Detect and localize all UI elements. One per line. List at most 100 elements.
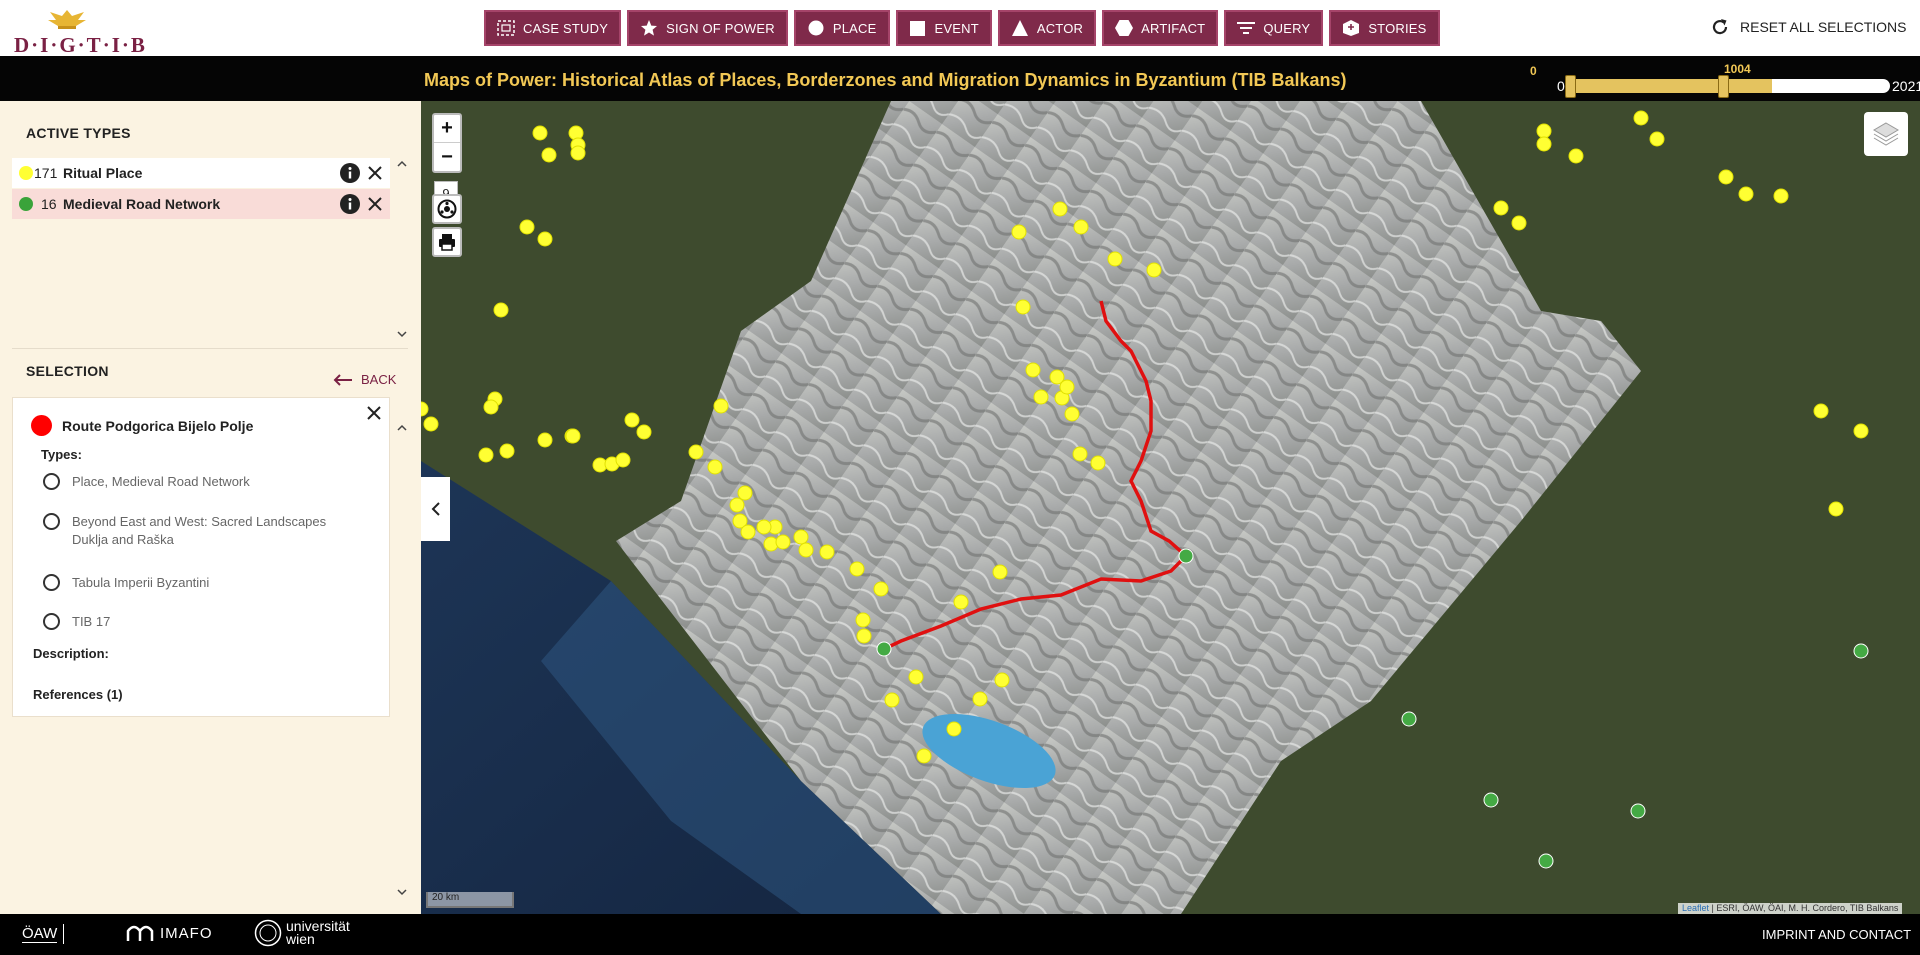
ritual-place-marker[interactable] [775,534,791,550]
ritual-place-marker[interactable] [1633,110,1649,126]
locate-button[interactable] [432,194,462,224]
ritual-place-marker[interactable] [713,398,729,414]
radio-button[interactable] [43,613,60,630]
ritual-place-marker[interactable] [483,399,499,415]
ritual-place-marker[interactable] [499,443,515,459]
stories-button[interactable]: STORIES [1329,10,1440,46]
collapse-sidebar-button[interactable] [421,477,450,541]
road-network-marker[interactable] [876,641,892,657]
ritual-place-marker[interactable] [1064,406,1080,422]
ritual-place-marker[interactable] [565,428,581,444]
ritual-place-marker[interactable] [615,452,631,468]
place-button[interactable]: PLACE [793,10,890,46]
ritual-place-marker[interactable] [855,612,871,628]
back-button[interactable]: BACK [333,372,396,387]
ritual-place-marker[interactable] [1718,169,1734,185]
ritual-place-marker[interactable] [992,564,1008,580]
active-type-ritual-place[interactable]: 171 Ritual Place [12,158,390,188]
ritual-place-marker[interactable] [570,145,586,161]
ritual-place-marker[interactable] [873,581,889,597]
ritual-place-marker[interactable] [1033,389,1049,405]
ritual-place-marker[interactable] [1072,446,1088,462]
ritual-place-marker[interactable] [729,497,745,513]
road-network-marker[interactable] [1538,853,1554,869]
close-icon[interactable] [365,404,383,422]
ritual-place-marker[interactable] [532,125,548,141]
road-network-marker[interactable] [1853,643,1869,659]
close-icon[interactable] [366,195,384,213]
road-network-marker[interactable] [1178,548,1194,564]
ritual-place-marker[interactable] [1052,201,1068,217]
imafo-logo[interactable]: IMAFO [126,923,213,943]
ritual-place-marker[interactable] [537,231,553,247]
slider-end-handle[interactable] [1718,75,1729,98]
radio-button[interactable] [43,473,60,490]
ritual-place-marker[interactable] [798,542,814,558]
query-button[interactable]: QUERY [1224,10,1324,46]
road-network-marker[interactable] [1630,803,1646,819]
time-range-slider[interactable]: 0 1004 0 2021 [1520,58,1920,98]
ritual-place-marker[interactable] [756,519,772,535]
ritual-place-marker[interactable] [1025,362,1041,378]
slider-start-handle[interactable] [1565,75,1576,98]
ritual-place-marker[interactable] [972,691,988,707]
zoom-in-button[interactable]: + [434,115,460,143]
ritual-place-marker[interactable] [1146,262,1162,278]
ritual-place-marker[interactable] [541,147,557,163]
ritual-place-marker[interactable] [1738,186,1754,202]
chevron-down-icon[interactable] [396,887,408,897]
ritual-place-marker[interactable] [740,524,756,540]
ritual-place-marker[interactable] [624,412,640,428]
sign-of-power-button[interactable]: SIGN OF POWER [627,10,788,46]
info-icon[interactable] [340,163,360,183]
ritual-place-marker[interactable] [1493,200,1509,216]
ritual-place-marker[interactable] [1649,131,1665,147]
imprint-and-contact-link[interactable]: IMPRINT AND CONTACT [1762,927,1911,942]
type-option[interactable]: Tabula Imperii Byzantini [43,574,209,592]
ritual-place-marker[interactable] [849,561,865,577]
reset-all-selections-button[interactable]: RESET ALL SELECTIONS [1710,17,1907,37]
type-option[interactable]: Place, Medieval Road Network [43,473,250,491]
zoom-out-button[interactable]: − [434,143,460,171]
ritual-place-marker[interactable] [1059,379,1075,395]
ritual-place-marker[interactable] [1511,215,1527,231]
ritual-place-marker[interactable] [1073,219,1089,235]
ritual-place-marker[interactable] [1536,123,1552,139]
ritual-place-marker[interactable] [1011,224,1027,240]
ritual-place-marker[interactable] [1828,501,1844,517]
ritual-place-marker[interactable] [1107,251,1123,267]
ritual-place-marker[interactable] [946,721,962,737]
chevron-up-icon[interactable] [396,423,408,433]
layers-control[interactable] [1864,112,1908,156]
ritual-place-marker[interactable] [793,529,809,545]
ritual-place-marker[interactable] [884,692,900,708]
leaflet-link[interactable]: Leaflet [1682,903,1709,913]
ritual-place-marker[interactable] [688,444,704,460]
oaw-logo[interactable]: ÖAW [22,924,93,944]
references-toggle[interactable]: References (1) [33,687,123,702]
ritual-place-marker[interactable] [1536,136,1552,152]
univie-logo[interactable]: universität wien [254,919,350,947]
ritual-place-marker[interactable] [1015,299,1031,315]
info-icon[interactable] [340,194,360,214]
ritual-place-marker[interactable] [953,594,969,610]
ritual-place-marker[interactable] [1773,188,1789,204]
ritual-place-marker[interactable] [421,401,429,417]
ritual-place-marker[interactable] [707,459,723,475]
ritual-place-marker[interactable] [1813,403,1829,419]
ritual-place-marker[interactable] [1853,423,1869,439]
ritual-place-marker[interactable] [1568,148,1584,164]
ritual-place-marker[interactable] [908,669,924,685]
active-type-medieval-road-network[interactable]: 16 Medieval Road Network [12,189,390,219]
ritual-place-marker[interactable] [636,424,652,440]
road-network-marker[interactable] [1483,792,1499,808]
print-button[interactable] [432,227,462,257]
ritual-place-marker[interactable] [478,447,494,463]
radio-button[interactable] [43,574,60,591]
type-option[interactable]: Beyond East and West: Sacred Landscapes … [43,513,343,549]
ritual-place-marker[interactable] [1090,455,1106,471]
case-study-button[interactable]: CASE STUDY [484,10,622,46]
ritual-place-marker[interactable] [819,544,835,560]
chevron-down-icon[interactable] [396,329,408,339]
digtib-logo[interactable]: D·I·G·T·I·B [12,6,145,57]
